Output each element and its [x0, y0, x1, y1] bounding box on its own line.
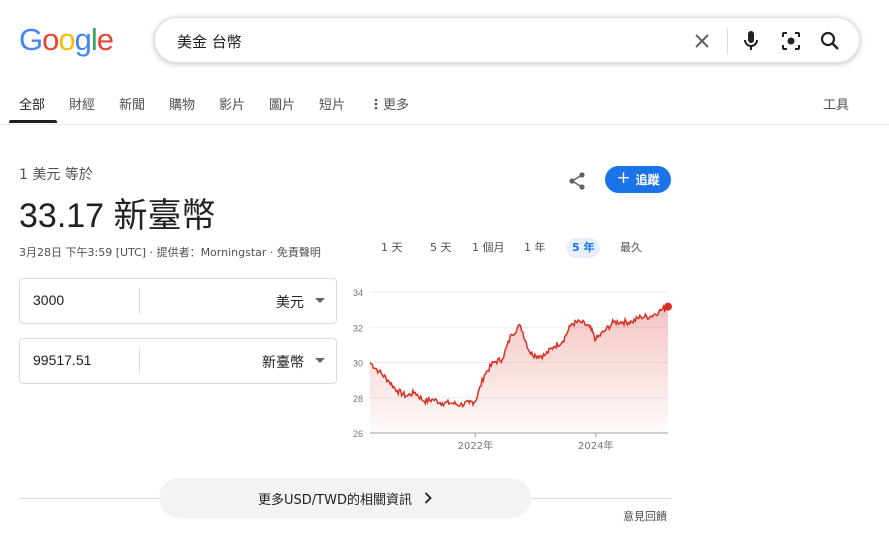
logo-letter: g — [74, 22, 92, 57]
more-info-label: 更多USD/TWD的相關資訊 — [258, 492, 412, 508]
plus-icon: + — [616, 168, 631, 188]
dropdown-arrow-icon[interactable] — [315, 298, 325, 303]
tools-button[interactable]: 工具 — [823, 94, 849, 113]
field-divider — [139, 348, 140, 374]
range-5d[interactable]: 5 天 — [424, 238, 458, 258]
range-1y[interactable]: 1 年 — [518, 238, 552, 258]
search-divider — [727, 28, 728, 54]
search-icon[interactable] — [818, 29, 842, 53]
range-max[interactable]: 最久 — [614, 238, 648, 258]
dropdown-arrow-icon[interactable] — [315, 358, 325, 363]
y-tick-label: 34 — [353, 288, 363, 298]
from-currency-select[interactable]: 美元 — [276, 292, 304, 312]
conversion-label: 1 美元 等於 — [19, 167, 93, 183]
from-currency-field[interactable]: 3000 美元 — [19, 278, 337, 324]
tab-shopping[interactable]: 購物 — [169, 94, 195, 113]
field-divider — [139, 288, 140, 314]
search-box[interactable]: 美金 台幣 — [154, 17, 860, 63]
tab-shorts[interactable]: 短片 — [319, 94, 345, 113]
to-currency-select[interactable]: 新臺幣 — [262, 352, 304, 372]
y-tick-label: 30 — [353, 359, 363, 369]
conversion-meta: 3月28日 下午3:59 [UTC] · 提供者：Morningstar · 免… — [19, 246, 321, 259]
clear-icon[interactable] — [690, 29, 714, 53]
logo-letter: o — [42, 22, 59, 57]
search-tabs: 全部 財經 新聞 購物 影片 圖片 短片 更多 工具 — [0, 86, 889, 125]
share-button[interactable] — [563, 167, 591, 195]
chart-current-point — [664, 302, 672, 311]
follow-label: 追蹤 — [635, 173, 660, 187]
y-tick-label: 26 — [353, 429, 363, 439]
tab-videos[interactable]: 影片 — [219, 94, 245, 113]
camera-search-icon[interactable] — [779, 29, 803, 53]
logo-letter: e — [96, 22, 114, 57]
tab-more-label: 更多 — [383, 98, 410, 113]
active-tab-indicator — [9, 120, 57, 123]
to-currency-field[interactable]: 99517.51 新臺幣 — [19, 338, 337, 384]
range-1m[interactable]: 1 個月 — [466, 238, 511, 258]
from-amount-input[interactable]: 3000 — [33, 292, 64, 308]
x-tick-label: 2022年 — [458, 439, 493, 452]
search-input[interactable]: 美金 台幣 — [177, 31, 242, 52]
tab-finance[interactable]: 財經 — [69, 94, 95, 113]
share-icon — [569, 172, 585, 190]
feedback-link[interactable]: 意見回饋 — [623, 508, 667, 524]
more-info-button[interactable]: 更多USD/TWD的相關資訊 — [159, 478, 531, 518]
microphone-icon[interactable] — [739, 29, 763, 53]
tab-more[interactable]: 更多 — [374, 94, 409, 113]
range-5y[interactable]: 5 年 — [566, 238, 601, 258]
follow-button[interactable]: + 追蹤 — [605, 166, 671, 193]
range-1d[interactable]: 1 天 — [375, 238, 409, 258]
tab-images[interactable]: 圖片 — [269, 94, 295, 113]
y-tick-label: 28 — [353, 394, 363, 404]
x-tick-label: 2024年 — [578, 439, 613, 452]
logo-letter: G — [19, 22, 43, 57]
to-amount-input[interactable]: 99517.51 — [33, 352, 91, 368]
y-tick-label: 32 — [353, 323, 363, 333]
tab-news[interactable]: 新聞 — [119, 94, 145, 113]
tab-all[interactable]: 全部 — [19, 94, 45, 113]
chevron-right-icon — [424, 492, 432, 504]
conversion-result: 33.17 新臺幣 — [19, 197, 216, 235]
exchange-rate-chart[interactable]: 34 32 30 28 26 2022年 2024年 — [345, 282, 675, 457]
logo-letter: o — [58, 22, 75, 57]
google-logo[interactable]: Google — [19, 22, 114, 58]
more-vert-icon — [374, 98, 378, 109]
